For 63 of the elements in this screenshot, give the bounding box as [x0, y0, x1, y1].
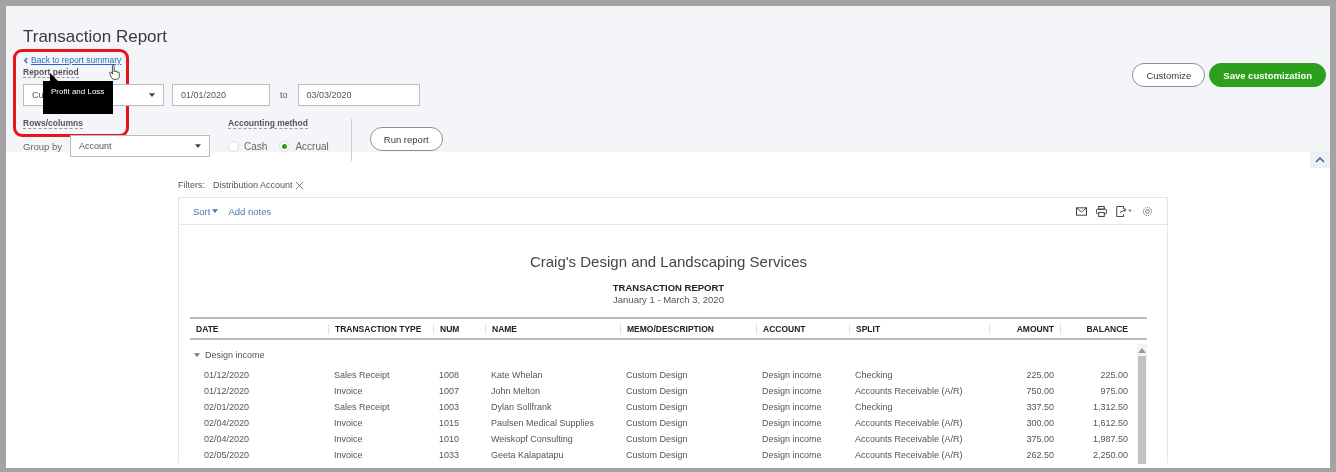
table-cell-text: Weiskopf Consulting	[490, 434, 574, 444]
table-cell-text: Custom Design	[625, 418, 689, 428]
table-cell-text: Accounts Receivable (A/R)	[854, 450, 964, 460]
table-cell-text: Sales Receipt	[333, 402, 391, 412]
table-cell-text: Accounts Receivable (A/R)	[854, 386, 964, 396]
table-cell-text: 375.00	[1025, 434, 1055, 444]
table-cell-text: Custom Design	[625, 402, 689, 412]
table-cell-text: 01/12/2020	[203, 386, 251, 396]
group-by-label: Group by	[23, 140, 63, 152]
table-cell-text: 01/12/2020	[203, 370, 251, 380]
field-label: Accounting method	[228, 118, 308, 129]
table-cell-text: Geeta Kalapatapu	[490, 450, 565, 460]
table-cell-text: Accounts Receivable (A/R)	[854, 434, 964, 444]
table-cell-text: Invoice	[333, 450, 364, 460]
table-cell-text: Dylan Sollfrank	[490, 402, 553, 412]
table-cell-text: Invoice	[333, 418, 364, 428]
page-title: Transaction Report	[23, 27, 168, 47]
table-cell-text: 1008	[438, 370, 461, 380]
table-cell-text: 975.00	[1099, 386, 1129, 396]
table-cell-text: Custom Design	[625, 370, 689, 380]
filters-label: Filters:	[178, 180, 205, 190]
table-cell-text: Design income	[761, 434, 823, 444]
table-cell-text: 225.00	[1099, 370, 1129, 380]
table-cell-text: 337.50	[1025, 402, 1055, 412]
table-cell-text: Design income	[761, 386, 823, 396]
table-cell-text: 1010	[438, 434, 461, 444]
table-cell-text: Paulsen Medical Supplies	[490, 418, 596, 428]
table-cell-text: Checking	[854, 402, 894, 412]
table-cell-text: 225.00	[1025, 370, 1055, 380]
to-label: to	[279, 90, 289, 100]
table-cell-text: Custom Design	[625, 450, 689, 460]
table-cell-text: 02/01/2020	[203, 402, 251, 412]
table-cell-text: John Melton	[490, 386, 542, 396]
table-cell-text: Invoice	[333, 434, 364, 444]
table-cell-text: Design income	[761, 370, 823, 380]
table-cell-text: Invoice	[333, 386, 364, 396]
table-cell-text: 1007	[438, 386, 461, 396]
table-cell-text: Kate Whelan	[490, 370, 544, 380]
table-cell-text: Accounts Receivable (A/R)	[854, 418, 964, 428]
table-cell-text: 1,987.50	[1091, 434, 1129, 444]
table-cell-text: 1,312.50	[1091, 402, 1129, 412]
table-cell-text: 300.00	[1025, 418, 1055, 428]
table-cell-text: 1015	[438, 418, 461, 428]
table-cell-text: Sales Receipt	[333, 370, 391, 380]
table-cell-text: 02/05/2020	[203, 450, 251, 460]
table-cell-text: Custom Design	[625, 434, 689, 444]
table-cell-text: 02/04/2020	[203, 434, 251, 444]
company-name: Craig's Design and Landscaping Services	[529, 253, 808, 270]
table-cell-text: 262.50	[1025, 450, 1055, 460]
table-cell-text: 1033	[438, 450, 461, 460]
report-title: TRANSACTION REPORT	[612, 282, 725, 293]
table-cell-text: Design income	[761, 450, 823, 460]
table-cell-text: 1,612.50	[1091, 418, 1129, 428]
table-cell-text: Checking	[854, 370, 894, 380]
table-cell-text: Custom Design	[625, 386, 689, 396]
table-cell-text: 1003	[438, 402, 461, 412]
table-cell-text: 02/04/2020	[203, 418, 251, 428]
field-label: Rows/columns	[23, 118, 83, 129]
table-cell-text: 750.00	[1025, 386, 1055, 396]
table-cell-text: Design income	[761, 418, 823, 428]
table-cell-text: Design income	[761, 402, 823, 412]
table-cell-text: 2,250.00	[1091, 450, 1129, 460]
report-period: January 1 - March 3, 2020	[613, 294, 724, 305]
